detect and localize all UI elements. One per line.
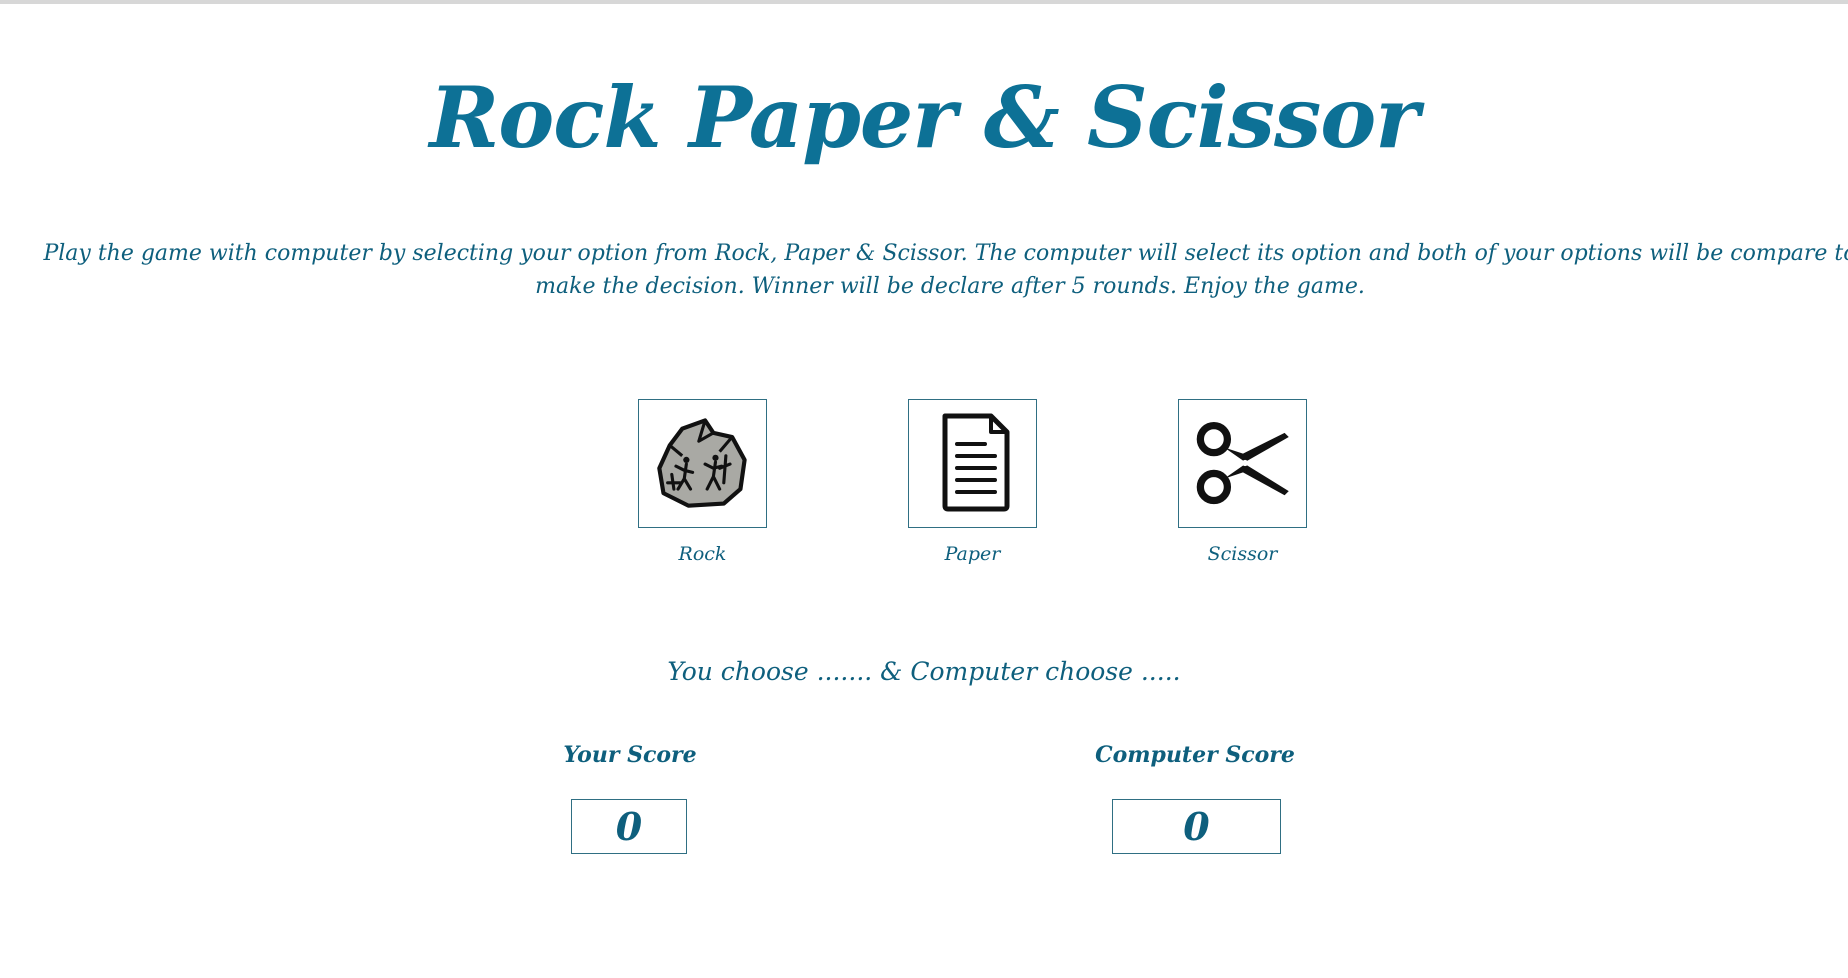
- top-divider: [0, 0, 1848, 4]
- game-description: Play the game with computer by selecting…: [43, 241, 1848, 299]
- choice-rock[interactable]: Rock: [638, 399, 767, 567]
- paper-icon: [923, 410, 1023, 518]
- player-score-value: 0: [571, 799, 687, 854]
- player-score-label: Your Score: [563, 742, 697, 768]
- page-title: Rock Paper & Scissor: [429, 68, 1419, 167]
- computer-score-value: 0: [1112, 799, 1281, 854]
- rock-button[interactable]: [638, 399, 767, 528]
- choice-label-rock: Rock: [678, 543, 727, 565]
- computer-score-label: Computer Score: [1095, 742, 1295, 768]
- scissor-button[interactable]: [1178, 399, 1307, 528]
- round-status: You choose ....... & Computer choose ...…: [667, 657, 1181, 686]
- rock-icon: [651, 410, 755, 518]
- choice-scissor[interactable]: Scissor: [1178, 399, 1307, 567]
- choice-label-paper: Paper: [944, 543, 1001, 565]
- scissor-icon: [1191, 410, 1295, 518]
- paper-button[interactable]: [908, 399, 1037, 528]
- choice-label-scissor: Scissor: [1207, 543, 1278, 565]
- choice-paper[interactable]: Paper: [908, 399, 1037, 567]
